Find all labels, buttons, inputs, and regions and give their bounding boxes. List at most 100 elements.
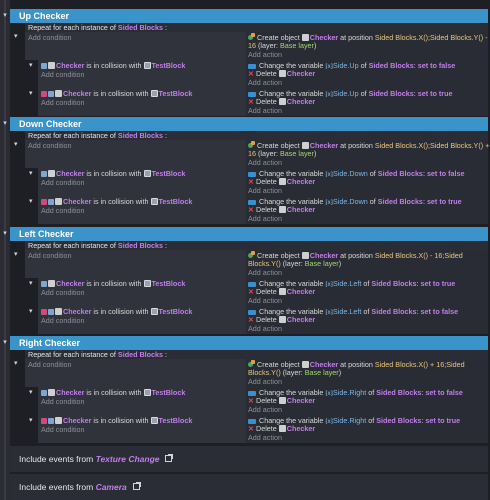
subevent-collapse-chevron-icon[interactable]: ▾ [29, 307, 33, 316]
external-link-icon[interactable] [132, 482, 141, 490]
delete-label: Delete [256, 287, 277, 296]
subevent-collapse-chevron-icon[interactable]: ▾ [29, 388, 33, 397]
add-condition-link[interactable]: Add condition [41, 288, 85, 297]
subevent-action-area[interactable]: Change the variable ⁅x⁆Side.Up of Sided … [246, 60, 488, 88]
add-condition-link[interactable]: Add condition [41, 178, 85, 187]
add-action-link[interactable]: Add action [248, 186, 282, 195]
add-action-link[interactable]: Add action [248, 433, 282, 442]
collision-icon [41, 171, 47, 177]
add-condition-link[interactable]: Add condition [41, 70, 85, 79]
subevent-collapse-chevron-icon[interactable]: ▾ [29, 279, 33, 288]
delete-action[interactable]: ✕ Delete Checker [248, 69, 315, 78]
subevent-action-area[interactable]: Change the variable ⁅x⁆Side.Up of Sided … [246, 88, 488, 116]
layer-suffix: ) [313, 41, 317, 50]
collision-condition[interactable]: Checker is in collision with TestBlock [41, 169, 185, 178]
repeat-collapse-chevron-icon[interactable]: ▾ [14, 250, 18, 259]
group-header-down-checker[interactable]: Down Checker [10, 117, 488, 131]
action-area[interactable]: Create object Checker at position Sided … [246, 32, 488, 60]
subevent-condition-area[interactable]: Checker is in collision with TestBlock Ad… [38, 415, 246, 443]
subevent-action-area[interactable]: Change the variable ⁅x⁆Side.Down of Side… [246, 168, 488, 196]
collision-condition[interactable]: Checker is in collision with TestBlock [41, 61, 185, 70]
add-action-link[interactable]: Add action [248, 377, 282, 386]
include-events-row[interactable]: Include events from Camera [10, 474, 488, 500]
subevent-collapse-chevron-icon[interactable]: ▾ [29, 61, 33, 70]
subevent-action-area[interactable]: Change the variable ⁅x⁆Side.Down of Side… [246, 196, 488, 224]
add-action-link[interactable]: Add action [248, 50, 282, 59]
condition-area[interactable]: Add condition [25, 359, 246, 387]
action-area[interactable]: Create object Checker at position Sided … [246, 140, 489, 168]
group-header-left-checker[interactable]: Left Checker [10, 227, 488, 241]
subevent-collapse-chevron-icon[interactable]: ▾ [29, 197, 33, 206]
group-collapse-chevron-icon[interactable]: ▾ [0, 336, 10, 350]
add-condition-link[interactable]: Add condition [41, 425, 85, 434]
repeat-collapse-chevron-icon[interactable]: ▾ [14, 140, 18, 149]
subevent-collapse-chevron-icon[interactable]: ▾ [29, 169, 33, 178]
external-link-icon[interactable] [165, 454, 174, 462]
tiled-sprite-icon [143, 170, 151, 177]
subevent-condition-area[interactable]: Checker is in collision with TestBlock Ad… [38, 306, 246, 334]
add-condition-link[interactable]: Add condition [28, 33, 72, 42]
group-header-up-checker[interactable]: Up Checker [10, 9, 488, 23]
collision-condition[interactable]: Checker is in collision with TestBlock [41, 89, 192, 98]
repeat-collapse-chevron-icon[interactable]: ▾ [14, 359, 18, 368]
add-action-link[interactable]: Add action [248, 78, 282, 87]
collision-condition[interactable]: Checker is in collision with TestBlock [41, 307, 192, 316]
delete-action[interactable]: ✕ Delete Checker [248, 177, 315, 186]
subevent-condition-area[interactable]: Checker is in collision with TestBlock Ad… [38, 60, 246, 88]
delete-action[interactable]: ✕ Delete Checker [248, 205, 315, 214]
repeat-collapse-chevron-icon[interactable]: ▾ [14, 32, 18, 41]
collision-condition[interactable]: Checker is in collision with TestBlock [41, 416, 192, 425]
delete-action[interactable]: ✕ Delete Checker [248, 315, 315, 324]
delete-object: Checker [286, 205, 316, 214]
include-events-row[interactable]: Include events from Texture Change [10, 446, 488, 472]
repeat-prefix: Repeat for each instance of [28, 241, 116, 250]
group-header-right-checker[interactable]: Right Checker [10, 336, 488, 350]
subevent-action-area[interactable]: Change the variable ⁅x⁆Side.Right of Sid… [246, 387, 488, 415]
subevent-collapse-chevron-icon[interactable]: ▾ [29, 416, 33, 425]
add-action-link[interactable]: Add action [248, 296, 282, 305]
repeat-header: Repeat for each instance of Sided Blocks… [25, 350, 488, 359]
variable-type-icon: ⁅x⁆ [325, 64, 334, 70]
layer-prefix: (layer: [258, 149, 278, 158]
add-action-link[interactable]: Add action [248, 214, 282, 223]
subevent-action-area[interactable]: Change the variable ⁅x⁆Side.Right of Sid… [246, 415, 488, 443]
add-condition-link[interactable]: Add condition [41, 397, 85, 406]
collision-condition[interactable]: Checker is in collision with TestBlock [41, 197, 192, 206]
condition-area[interactable]: Add condition [25, 140, 246, 168]
delete-action[interactable]: ✕ Delete Checker [248, 424, 315, 433]
add-condition-link[interactable]: Add condition [28, 360, 72, 369]
add-action-link[interactable]: Add action [248, 106, 282, 115]
subevent-collapse-chevron-icon[interactable]: ▾ [29, 89, 33, 98]
object-icon [278, 397, 286, 404]
add-condition-link[interactable]: Add condition [28, 141, 72, 150]
add-action-link[interactable]: Add action [248, 405, 282, 414]
repeat-prefix: Repeat for each instance of [28, 350, 116, 359]
at-position: at position [340, 33, 373, 42]
subevent-action-area[interactable]: Change the variable ⁅x⁆Side.Left of Side… [246, 278, 488, 306]
group-collapse-chevron-icon[interactable]: ▾ [0, 9, 10, 23]
add-action-link[interactable]: Add action [248, 268, 282, 277]
subevent-condition-area[interactable]: Checker is in collision with TestBlock Ad… [38, 387, 246, 415]
subevent-condition-area[interactable]: Checker is in collision with TestBlock Ad… [38, 88, 246, 116]
group-collapse-chevron-icon[interactable]: ▾ [0, 227, 10, 241]
collision-condition[interactable]: Checker is in collision with TestBlock [41, 388, 185, 397]
add-action-link[interactable]: Add action [248, 324, 282, 333]
subevent-condition-area[interactable]: Checker is in collision with TestBlock Ad… [38, 196, 246, 224]
subevent-condition-area[interactable]: Checker is in collision with TestBlock Ad… [38, 278, 246, 306]
condition-area[interactable]: Add condition [25, 32, 246, 60]
add-action-link[interactable]: Add action [248, 158, 282, 167]
delete-action[interactable]: ✕ Delete Checker [248, 287, 315, 296]
subevent-condition-area[interactable]: Checker is in collision with TestBlock Ad… [38, 168, 246, 196]
delete-action[interactable]: ✕ Delete Checker [248, 396, 315, 405]
action-area[interactable]: Create object Checker at position Sided … [246, 250, 488, 278]
group-collapse-chevron-icon[interactable]: ▾ [0, 117, 10, 131]
collision-condition[interactable]: Checker is in collision with TestBlock [41, 279, 185, 288]
delete-action[interactable]: ✕ Delete Checker [248, 97, 315, 106]
condition-area[interactable]: Add condition [25, 250, 246, 278]
add-condition-link[interactable]: Add condition [41, 316, 85, 325]
add-condition-link[interactable]: Add condition [41, 206, 85, 215]
add-condition-link[interactable]: Add condition [41, 98, 85, 107]
subevent-action-area[interactable]: Change the variable ⁅x⁆Side.Left of Side… [246, 306, 488, 334]
add-condition-link[interactable]: Add condition [28, 251, 72, 260]
action-area[interactable]: Create object Checker at position Sided … [246, 359, 488, 387]
